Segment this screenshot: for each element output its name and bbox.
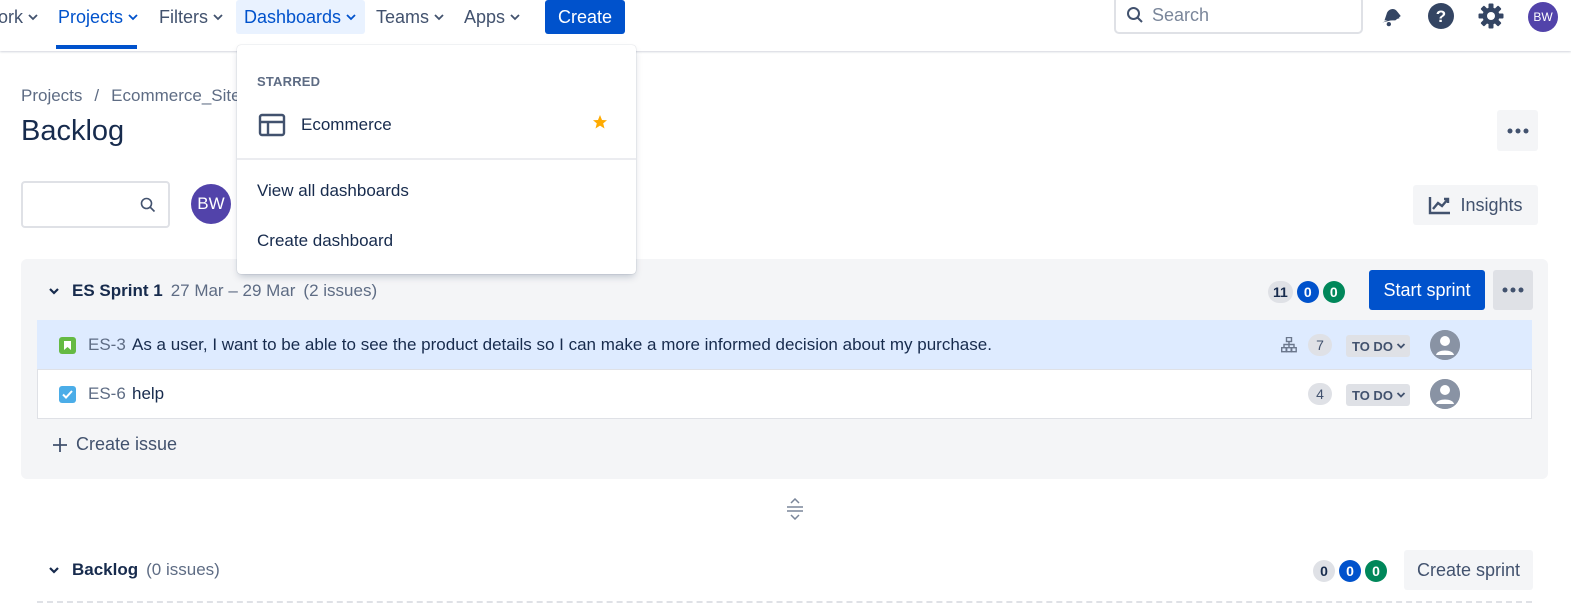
- dashboards-dropdown-menu: STARRED Ecommerce View all dashboards Cr…: [237, 45, 636, 274]
- status-dropdown[interactable]: TO DO: [1346, 384, 1410, 406]
- nav-your-work[interactable]: ork: [0, 0, 39, 34]
- status-label: TO DO: [1352, 387, 1393, 403]
- view-all-dashboards-link[interactable]: View all dashboards: [257, 181, 409, 201]
- chart-trend-icon: [1429, 197, 1451, 215]
- nav-dashboards[interactable]: Dashboards: [236, 0, 366, 34]
- active-tab-indicator: [56, 45, 137, 49]
- chevron-down-icon[interactable]: [48, 564, 60, 576]
- sprint-more-actions-button[interactable]: [1493, 270, 1533, 310]
- todo-count-badge: 11: [1268, 281, 1293, 303]
- more-icon: [1507, 128, 1528, 133]
- issue-row[interactable]: ES-3 As a user, I want to be able to see…: [37, 320, 1532, 370]
- chevron-down-icon: [1396, 343, 1406, 349]
- sprint-status-badges: 11 0 0: [1268, 281, 1345, 303]
- global-search-input[interactable]: [1152, 4, 1342, 26]
- chevron-down-icon: [434, 14, 444, 21]
- settings-icon[interactable]: [1477, 2, 1505, 30]
- nav-projects-label: Projects: [58, 6, 124, 27]
- global-search[interactable]: [1114, 0, 1363, 34]
- nav-apps[interactable]: Apps: [464, 0, 521, 34]
- todo-count-badge: 0: [1313, 560, 1335, 582]
- search-icon: [140, 197, 156, 213]
- issue-summary: As a user, I want to be able to see the …: [132, 335, 992, 354]
- issue-summary: help: [132, 384, 165, 403]
- dashboard-icon: [258, 113, 286, 137]
- create-issue-label: Create issue: [76, 434, 178, 454]
- done-count-badge: 0: [1365, 560, 1387, 582]
- chevron-down-icon: [213, 14, 223, 21]
- plus-icon: [53, 437, 67, 452]
- insights-label: Insights: [1460, 194, 1523, 215]
- story-points-badge[interactable]: 4: [1308, 383, 1332, 405]
- backlog-search-input[interactable]: [21, 181, 170, 228]
- issue-row[interactable]: ES-6 help 4 TO DO: [37, 369, 1532, 419]
- create-sprint-button[interactable]: Create sprint: [1404, 550, 1533, 590]
- assignee-filter-avatar[interactable]: BW: [191, 184, 231, 224]
- more-icon: [1502, 287, 1524, 293]
- in-progress-count-badge: 0: [1296, 281, 1319, 303]
- backlog-name: Backlog: [72, 560, 139, 579]
- insights-button[interactable]: Insights: [1413, 185, 1538, 225]
- nav-filters-label: Filters: [159, 6, 208, 27]
- status-dropdown[interactable]: TO DO: [1346, 335, 1410, 357]
- story-icon: [59, 337, 76, 354]
- done-count-badge: 0: [1322, 281, 1345, 303]
- nav-your-work-label: ork: [0, 6, 24, 27]
- page-title: Backlog: [21, 115, 125, 147]
- search-icon: [1127, 7, 1143, 23]
- issue-key[interactable]: ES-3: [88, 335, 126, 355]
- help-icon[interactable]: ?: [1427, 2, 1455, 30]
- backlog-status-badges: 0 0 0: [1313, 560, 1387, 582]
- chevron-down-icon[interactable]: [48, 285, 60, 297]
- page-more-actions-button[interactable]: [1497, 110, 1538, 151]
- sprint-issue-count: (2 issues): [303, 281, 378, 300]
- star-icon[interactable]: [592, 114, 608, 130]
- sprint-name: ES Sprint 1: [72, 281, 163, 300]
- in-progress-count-badge: 0: [1339, 560, 1361, 582]
- status-label: TO DO: [1352, 338, 1393, 354]
- chevron-down-icon: [128, 14, 138, 21]
- nav-dashboards-label: Dashboards: [244, 6, 342, 27]
- chevron-down-icon: [28, 14, 38, 21]
- backlog-issue-count: (0 issues): [146, 560, 220, 579]
- menu-divider: [237, 158, 636, 160]
- breadcrumb-projects[interactable]: Projects: [21, 86, 82, 106]
- chevron-down-icon: [510, 14, 520, 21]
- nav-apps-label: Apps: [464, 6, 506, 27]
- backlog-header[interactable]: Backlog (0 issues): [48, 560, 220, 580]
- create-button[interactable]: Create: [545, 0, 625, 34]
- starred-heading: STARRED: [257, 74, 321, 89]
- nav-teams-label: Teams: [376, 6, 430, 27]
- story-points-badge[interactable]: 7: [1308, 334, 1332, 356]
- dashboard-item-ecommerce[interactable]: Ecommerce: [237, 103, 636, 147]
- svg-text:?: ?: [1436, 7, 1446, 26]
- create-issue-button[interactable]: Create issue: [52, 434, 177, 455]
- dashboard-item-label: Ecommerce: [301, 115, 392, 134]
- issue-key[interactable]: ES-6: [88, 384, 126, 404]
- chevron-down-icon: [346, 14, 356, 21]
- resize-handle-icon[interactable]: [785, 498, 805, 520]
- top-navigation: ork Projects Filters Dashboards Teams Ap…: [0, 0, 1571, 51]
- create-dashboard-link[interactable]: Create dashboard: [257, 231, 393, 251]
- nav-teams[interactable]: Teams: [376, 0, 445, 34]
- nav-projects[interactable]: Projects: [58, 0, 139, 34]
- sprint-dates: 27 Mar – 29 Mar: [170, 281, 296, 300]
- backlog-drop-zone: [37, 601, 1532, 609]
- child-issues-icon[interactable]: [1281, 337, 1297, 353]
- breadcrumb: Projects / Ecommerce_Site: [21, 86, 241, 106]
- start-sprint-button[interactable]: Start sprint: [1369, 270, 1485, 310]
- unassigned-avatar-icon[interactable]: [1430, 379, 1460, 409]
- sprint-header[interactable]: ES Sprint 1 27 Mar – 29 Mar (2 issues): [48, 281, 377, 301]
- chevron-down-icon: [1396, 392, 1406, 398]
- breadcrumb-project[interactable]: Ecommerce_Site: [111, 86, 240, 106]
- notification-icon[interactable]: [1377, 2, 1405, 30]
- nav-filters[interactable]: Filters: [159, 0, 224, 34]
- user-avatar[interactable]: BW: [1528, 2, 1558, 32]
- breadcrumb-separator: /: [94, 86, 100, 105]
- task-icon: [59, 386, 76, 403]
- unassigned-avatar-icon[interactable]: [1430, 330, 1460, 360]
